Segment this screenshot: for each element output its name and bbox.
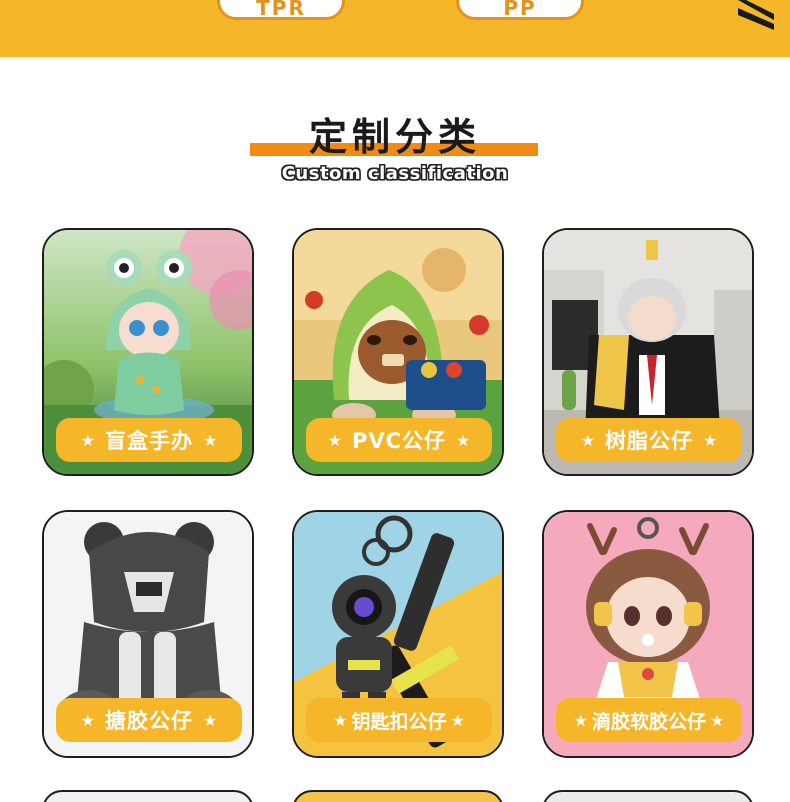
star-icon: ★ bbox=[333, 710, 348, 730]
category-label-text: 树脂公仔 bbox=[605, 429, 693, 453]
category-label-text: 滴胶软胶公仔 bbox=[591, 710, 706, 733]
category-card-pvc[interactable]: ★ PVC公仔 ★ bbox=[292, 228, 504, 476]
star-icon: ★ bbox=[80, 430, 95, 450]
category-label-text: PVC公仔 bbox=[351, 429, 447, 453]
category-card-partial[interactable] bbox=[42, 790, 254, 802]
star-icon: ★ bbox=[450, 710, 465, 730]
category-label: ★ 滴胶软胶公仔 ★ bbox=[556, 698, 742, 742]
category-card-partial[interactable] bbox=[292, 790, 504, 802]
material-pill-pp[interactable]: PP bbox=[456, 0, 584, 20]
category-label: ★ 搪胶公仔 ★ bbox=[56, 698, 242, 742]
star-icon: ★ bbox=[703, 430, 718, 450]
star-icon: ★ bbox=[710, 710, 725, 730]
section-subtitle: Custom classification bbox=[281, 163, 509, 184]
category-label: ★ 钥匙扣公仔 ★ bbox=[306, 698, 492, 742]
material-pill-label: TPR bbox=[256, 0, 306, 20]
material-pill-tpr[interactable]: TPR bbox=[217, 0, 345, 20]
top-banner: TPR PP bbox=[0, 0, 790, 57]
category-label: ★ PVC公仔 ★ bbox=[306, 418, 492, 462]
stripes-icon bbox=[738, 0, 774, 30]
category-card-keychain[interactable]: ★ 钥匙扣公仔 ★ bbox=[292, 510, 504, 758]
star-icon: ★ bbox=[580, 430, 595, 450]
category-label: ★ 树脂公仔 ★ bbox=[556, 418, 742, 462]
category-label-text: 搪胶公仔 bbox=[105, 709, 193, 733]
star-icon: ★ bbox=[203, 710, 218, 730]
star-icon: ★ bbox=[203, 430, 218, 450]
page: TPR PP 定制分类 Custom classification ★ 盲盒手办… bbox=[0, 0, 790, 802]
star-icon: ★ bbox=[80, 710, 95, 730]
category-card-epoxy[interactable]: ★ 滴胶软胶公仔 ★ bbox=[542, 510, 754, 758]
star-icon: ★ bbox=[456, 430, 471, 450]
category-label: ★ 盲盒手办 ★ bbox=[56, 418, 242, 462]
material-pill-label: PP bbox=[503, 0, 537, 20]
category-label-text: 盲盒手办 bbox=[105, 429, 193, 453]
category-card-resin[interactable]: ★ 树脂公仔 ★ bbox=[542, 228, 754, 476]
category-label-text: 钥匙扣公仔 bbox=[351, 710, 447, 733]
star-icon: ★ bbox=[573, 710, 588, 730]
star-icon: ★ bbox=[327, 430, 342, 450]
category-card-vinyl[interactable]: ★ 搪胶公仔 ★ bbox=[42, 510, 254, 758]
category-card-partial[interactable] bbox=[542, 790, 754, 802]
category-card-blind-box[interactable]: ★ 盲盒手办 ★ bbox=[42, 228, 254, 476]
section-title: 定制分类 bbox=[308, 115, 481, 159]
